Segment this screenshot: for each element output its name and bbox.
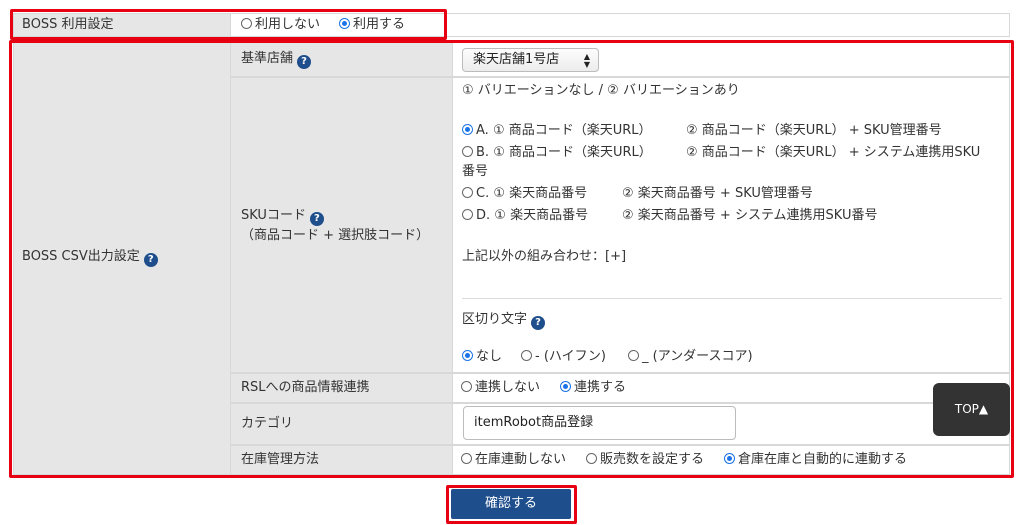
radio-delimiter-none[interactable] [462, 350, 473, 361]
sku-option-b-variation-cont: 番号 [462, 164, 489, 179]
stock-value-cell: 在庫連動しない 販売数を設定する 倉庫在庫と自動的に連動する [453, 445, 1010, 475]
radio-delimiter-hyphen[interactable] [521, 350, 532, 361]
radio-boss-on[interactable] [339, 18, 350, 29]
rsl-option-on[interactable]: 連携する [560, 380, 626, 396]
delimiter-label: 区切り文字? [462, 312, 546, 330]
radio-rsl-on[interactable] [560, 381, 571, 392]
sku-code-label-cell: SKUコード? （商品コード + 選択肢コード） [231, 77, 453, 373]
radio-stock-sales[interactable] [586, 453, 597, 464]
category-input[interactable]: itemRobot商品登録 [463, 406, 736, 440]
boss-usage-label-cell: BOSS 利用設定 [13, 13, 231, 37]
help-icon[interactable]: ? [309, 212, 324, 226]
sku-option-c[interactable]: C. ① 楽天商品番号 [462, 186, 587, 202]
sku-option-a[interactable]: A. ① 商品コード（楽天URL） [462, 123, 652, 139]
boss-usage-value-cell: 利用しない 利用する [231, 13, 1010, 37]
radio-delimiter-underscore[interactable] [628, 350, 639, 361]
base-store-label-cell: 基準店舗? [231, 42, 453, 77]
rsl-label: RSLへの商品情報連携 [241, 380, 370, 395]
category-label: カテゴリ [241, 416, 294, 431]
boss-csv-label-cell: BOSS CSV出力設定? [13, 42, 231, 475]
stock-option-sales[interactable]: 販売数を設定する [586, 452, 704, 468]
radio-rsl-off[interactable] [461, 381, 472, 392]
radio-boss-off[interactable] [241, 18, 252, 29]
rsl-value-cell: 連携しない 連携する [453, 373, 1010, 403]
category-label-cell: カテゴリ [231, 403, 453, 445]
sku-option-d-variation: ② 楽天商品番号 + システム連携用SKU番号 [622, 208, 878, 223]
boss-usage-option-on[interactable]: 利用する [339, 17, 405, 33]
delimiter-option-underscore[interactable]: _ (アンダースコア) [628, 349, 753, 365]
rsl-label-cell: RSLへの商品情報連携 [231, 373, 453, 403]
other-combo-link[interactable]: 上記以外の組み合わせ：[+] [462, 249, 626, 265]
boss-csv-label: BOSS CSV出力設定? [22, 249, 158, 267]
confirm-button[interactable]: 確認する [451, 489, 571, 519]
radio-sku-c[interactable] [462, 187, 473, 198]
help-icon[interactable]: ? [297, 55, 312, 69]
sku-option-a-variation: ② 商品コード（楽天URL） + SKU管理番号 [686, 123, 942, 138]
sku-option-c-variation: ② 楽天商品番号 + SKU管理番号 [622, 186, 813, 201]
select-arrows-icon: ▲ ▼ [583, 52, 590, 69]
radio-sku-d[interactable] [462, 209, 473, 220]
boss-usage-option-off[interactable]: 利用しない [241, 17, 320, 33]
radio-sku-a[interactable] [462, 124, 473, 135]
base-store-select-value: 楽天店舗1号店 [473, 52, 560, 67]
sku-option-b[interactable]: B. ① 商品コード（楽天URL） [462, 145, 652, 161]
radio-stock-none[interactable] [461, 453, 472, 464]
top-button[interactable]: TOP▲ [933, 383, 1010, 436]
sku-option-b-variation: ② 商品コード（楽天URL） + システム連携用SKU [686, 145, 981, 160]
rsl-option-off[interactable]: 連携しない [461, 380, 540, 396]
help-icon[interactable]: ? [143, 253, 158, 267]
stock-option-warehouse[interactable]: 倉庫在庫と自動的に連動する [724, 452, 907, 468]
sku-option-d[interactable]: D. ① 楽天商品番号 [462, 208, 588, 224]
radio-sku-b[interactable] [462, 146, 473, 157]
delimiter-option-hyphen[interactable]: - (ハイフン) [521, 349, 606, 365]
radio-stock-warehouse[interactable] [724, 453, 735, 464]
boss-usage-label: BOSS 利用設定 [22, 17, 114, 32]
help-icon[interactable]: ? [531, 316, 546, 330]
stock-label-cell: 在庫管理方法 [231, 445, 453, 475]
stock-label: 在庫管理方法 [241, 452, 320, 467]
sku-legend: ① バリエーションなし / ② バリエーションあり [462, 83, 740, 98]
base-store-label: 基準店舗? [241, 51, 312, 69]
sku-code-label: SKUコード? [241, 208, 324, 226]
sku-code-sublabel: （商品コード + 選択肢コード） [241, 228, 430, 243]
category-input-value: itemRobot商品登録 [474, 415, 594, 430]
divider [462, 298, 1002, 299]
delimiter-option-none[interactable]: なし [462, 349, 502, 365]
stock-option-none[interactable]: 在庫連動しない [461, 452, 566, 468]
base-store-select[interactable]: 楽天店舗1号店 ▲ ▼ [462, 48, 599, 72]
